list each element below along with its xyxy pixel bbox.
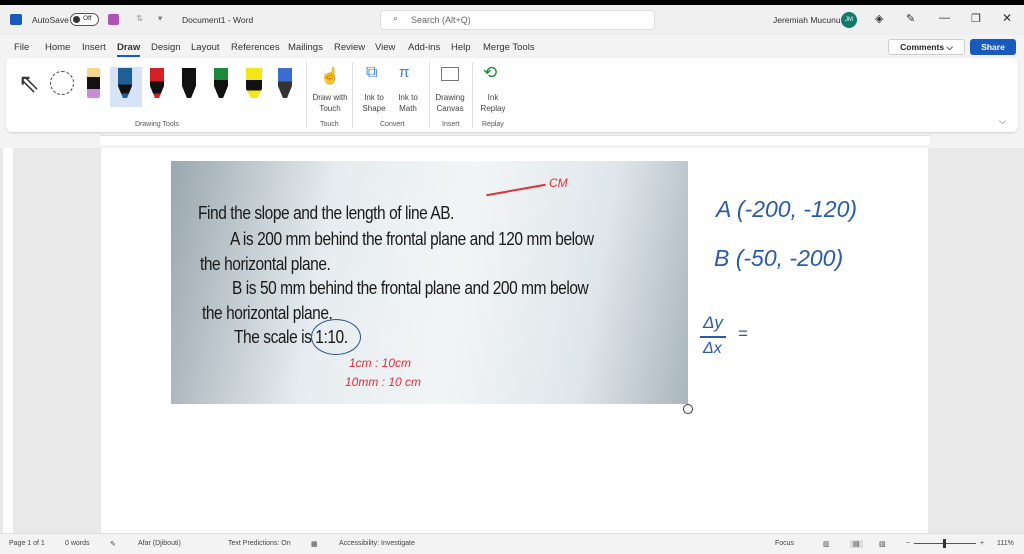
eraser-icon[interactable] [87,68,100,98]
tab-insert[interactable]: Insert [82,42,106,53]
restore-icon[interactable]: ❐ [971,12,981,25]
tab-file[interactable]: File [14,42,29,53]
accessibility-status[interactable]: Accessibility: Investigate [339,540,415,547]
search-icon: ⌕ [393,13,399,23]
tab-review[interactable]: Review [334,42,365,53]
annotation-cm: CM [549,176,568,190]
text-predictions[interactable]: Text Predictions: On [228,540,291,547]
tab-merge-tools[interactable]: Merge Tools [483,42,535,53]
tab-design[interactable]: Design [151,42,181,53]
annotation-arrow [486,183,546,197]
ink-to-shape-button[interactable]: Ink to Shape [357,92,391,114]
ink-delta-x[interactable]: Δx [703,340,722,358]
group-drawing-tools: Drawing Tools [135,121,179,128]
proofing-icon[interactable]: ✎ [110,540,116,548]
toggle-state: Off [83,15,92,22]
diamond-icon[interactable]: ◈ [875,12,883,25]
read-mode-icon[interactable]: ▥ [823,540,830,548]
sort-icon[interactable]: ⇅ [136,13,143,24]
search-input[interactable]: ⌕ Search (Alt+Q) [380,10,655,30]
group-convert: Convert [380,121,405,128]
print-layout-icon[interactable]: ▤ [850,540,863,548]
zoom-level[interactable]: 111% [997,540,1014,547]
ink-point-b[interactable]: B (-50, -200) [714,245,843,272]
horizontal-ruler[interactable] [100,135,930,145]
word-count[interactable]: 0 words [65,540,90,547]
group-insert: Insert [442,121,460,128]
collapse-ribbon-icon[interactable]: ⌵ [999,116,1006,127]
document-title: Document1 - Word [182,15,254,25]
ink-to-math-icon: π [399,64,410,81]
zoom-slider[interactable] [914,539,976,548]
tab-draw[interactable]: Draw [117,42,141,57]
photo-line: the horizontal plane. [202,303,333,323]
select-cursor-icon[interactable]: ⇖ [18,68,40,99]
share-button[interactable]: Share [970,39,1016,55]
pen-icon[interactable]: ✎ [906,12,915,25]
group-replay: Replay [482,121,504,128]
macro-icon[interactable]: ▦ [311,540,318,548]
drawing-canvas-icon [441,67,459,81]
autosave-toggle[interactable]: Off [70,13,99,26]
ink-fraction-bar [700,336,726,338]
autosave-label: AutoSave [32,15,69,25]
tab-add-ins[interactable]: Add-ins [408,42,440,53]
save-icon[interactable] [108,14,119,25]
ink-replay-button[interactable]: Ink Replay [476,92,510,114]
search-placeholder: Search (Alt+Q) [411,15,471,25]
scale-circle [311,319,361,355]
photo-line: A is 200 mm behind the frontal plane and… [230,229,594,249]
tab-help[interactable]: Help [451,42,471,53]
btn-line2: Touch [319,104,341,113]
photo-line: Find the slope and the length of line AB… [198,203,455,223]
tab-view[interactable]: View [375,42,395,53]
lasso-icon[interactable] [50,71,74,95]
btn-line2: Shape [362,104,386,113]
comments-button[interactable]: Comments ⌵ [888,39,965,55]
btn-line1: Draw with [312,93,348,102]
avatar[interactable]: JM [841,12,857,28]
ink-to-shape-icon: ⧉ [366,64,378,81]
web-layout-icon[interactable]: ▧ [879,540,886,548]
btn-line2: Replay [480,104,506,113]
ink-delta-y[interactable]: Δy [703,313,723,333]
close-icon[interactable]: ✕ [1002,11,1012,25]
btn-line2: Canvas [436,104,464,113]
tab-mailings[interactable]: Mailings [288,42,323,53]
group-touch: Touch [320,121,339,128]
photo-line: B is 50 mm behind the frontal plane and … [232,278,589,298]
zoom-in-icon[interactable]: + [980,540,984,547]
user-name[interactable]: Jeremiah Mucunu [773,15,841,25]
ink-replay-icon: ⟲ [483,63,498,82]
resize-handle[interactable] [683,404,693,414]
tab-home[interactable]: Home [45,42,70,53]
btn-line1: Ink to [364,93,384,102]
inserted-image[interactable]: Find the slope and the length of line AB… [171,161,688,404]
zoom-out-icon[interactable]: − [906,540,910,547]
btn-line1: Ink [487,93,499,102]
comments-label: Comments [900,42,945,52]
draw-with-touch-icon: ☝ [320,68,340,85]
customize-qat-icon[interactable]: ▾ [158,13,162,24]
word-logo-icon [10,14,22,25]
btn-line1: Ink to [398,93,418,102]
photo-line: the horizontal plane. [200,254,331,274]
ink-equals[interactable]: = [738,324,748,344]
vertical-ruler[interactable] [3,148,13,533]
ink-point-a[interactable]: A (-200, -120) [716,196,857,223]
ink-to-math-button[interactable]: Ink to Math [391,92,425,114]
btn-line1: Drawing [435,93,465,102]
minimize-icon[interactable]: — [939,12,950,24]
page-count[interactable]: Page 1 of 1 [9,540,45,547]
draw-with-touch-button[interactable]: Draw with Touch [309,92,351,114]
focus-button[interactable]: Focus [775,540,794,547]
tab-layout[interactable]: Layout [191,42,220,53]
btn-line2: Math [399,104,417,113]
language[interactable]: Afar (Djibouti) [138,540,181,547]
annotation-scale-1: 1cm : 10cm [349,356,412,370]
drawing-canvas-button[interactable]: Drawing Canvas [432,92,468,114]
tab-references[interactable]: References [231,42,280,53]
annotation-scale-2: 10mm : 10 cm [345,375,422,389]
